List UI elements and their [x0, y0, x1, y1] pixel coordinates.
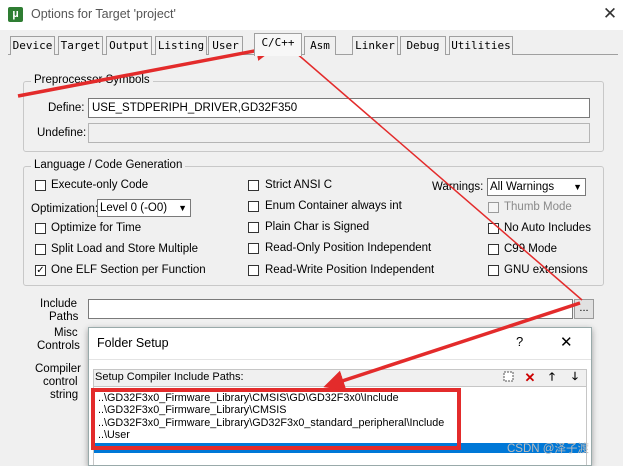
undefine-input[interactable] [88, 123, 590, 143]
dialog-title: Folder Setup [97, 336, 169, 350]
tab-listing[interactable]: Listing [155, 36, 207, 55]
no-auto-includes-label: No Auto Includes [504, 222, 591, 234]
gnu-ext-label: GNU extensions [504, 264, 588, 276]
ropi-label: Read-Only Position Independent [265, 242, 432, 254]
chevron-down-icon: ▼ [573, 182, 582, 192]
tab-asm[interactable]: Asm [304, 36, 336, 55]
execute-only-label: Execute-only Code [51, 179, 149, 191]
close-button[interactable]: ✕ [598, 3, 622, 25]
list-item[interactable]: ..\GD32F3x0_Firmware_Library\GD32F3x0_st… [98, 417, 444, 429]
tab-device[interactable]: Device [10, 36, 55, 55]
compiler-label-2: control [43, 376, 78, 388]
optimize-time-label: Optimize for Time [51, 222, 142, 234]
chevron-down-icon: ▼ [178, 203, 187, 213]
enum-container-checkbox[interactable] [248, 201, 259, 212]
c99-mode-checkbox[interactable] [488, 244, 499, 255]
dialog-close-button[interactable]: ✕ [560, 333, 573, 351]
optimization-select[interactable]: Level 0 (-O0) ▼ [97, 199, 191, 217]
browse-button[interactable]: ... [574, 299, 594, 319]
watermark: CSDN @泽子渡 [507, 443, 589, 455]
list-caption: Setup Compiler Include Paths: [95, 371, 244, 383]
tab-user[interactable]: User [208, 36, 243, 55]
move-down-icon[interactable]: 🡓 [567, 370, 583, 385]
tab-cc[interactable]: C/C++ [254, 33, 302, 56]
include-paths-label-1: Include [40, 298, 78, 310]
tab-utilities[interactable]: Utilities [449, 36, 513, 55]
strict-ansi-checkbox[interactable] [248, 180, 259, 191]
c99-mode-label: C99 Mode [504, 243, 558, 255]
thumb-mode-checkbox[interactable] [488, 202, 499, 213]
tab-target[interactable]: Target [58, 36, 103, 55]
tab-output[interactable]: Output [106, 36, 152, 55]
new-folder-icon[interactable] [501, 370, 517, 385]
optimization-label: Optimization: [31, 203, 99, 215]
misc-label-2: Controls [37, 340, 80, 352]
plain-char-label: Plain Char is Signed [265, 221, 370, 233]
no-auto-includes-checkbox[interactable] [488, 223, 499, 234]
include-paths-label-2: Paths [49, 311, 79, 323]
rwpi-checkbox[interactable] [248, 265, 259, 276]
include-paths-input[interactable] [88, 299, 573, 319]
warnings-select[interactable]: All Warnings ▼ [487, 178, 586, 196]
preprocessor-legend: Preprocessor Symbols [31, 74, 153, 86]
ropi-checkbox[interactable] [248, 243, 259, 254]
compiler-label-3: string [50, 389, 79, 401]
optimize-time-checkbox[interactable] [35, 223, 46, 234]
list-item[interactable]: ..\GD32F3x0_Firmware_Library\CMSIS [98, 404, 286, 416]
rwpi-label: Read-Write Position Independent [265, 264, 435, 276]
warnings-label: Warnings: [432, 181, 484, 193]
gnu-ext-checkbox[interactable] [488, 265, 499, 276]
one-elf-label: One ELF Section per Function [51, 264, 206, 276]
undefine-label: Undefine: [37, 127, 87, 139]
define-label: Define: [48, 102, 85, 114]
tab-debug[interactable]: Debug [400, 36, 446, 55]
enum-container-label: Enum Container always int [265, 200, 402, 212]
list-item[interactable]: ..\User [98, 429, 130, 441]
window-title: Options for Target 'project' [31, 7, 176, 21]
thumb-mode-label: Thumb Mode [504, 201, 572, 213]
tab-linker[interactable]: Linker [352, 36, 398, 55]
plain-char-checkbox[interactable] [248, 222, 259, 233]
define-input[interactable]: USE_STDPERIPH_DRIVER,GD32F350 [88, 98, 590, 118]
misc-label-1: Misc [54, 327, 78, 339]
delete-icon[interactable]: ✕ [522, 370, 538, 385]
list-item[interactable]: ..\GD32F3x0_Firmware_Library\CMSIS\GD\GD… [98, 392, 399, 404]
split-load-checkbox[interactable] [35, 244, 46, 255]
compiler-label-1: Compiler [35, 363, 82, 375]
language-legend: Language / Code Generation [31, 159, 186, 171]
warnings-value: All Warnings [490, 181, 555, 193]
strict-ansi-label: Strict ANSI C [265, 179, 333, 191]
help-button[interactable]: ? [516, 334, 523, 349]
move-up-icon[interactable]: 🡑 [544, 370, 560, 385]
app-icon: µ [8, 7, 23, 22]
split-load-label: Split Load and Store Multiple [51, 243, 199, 255]
execute-only-checkbox[interactable] [35, 180, 46, 191]
optimization-value: Level 0 (-O0) [100, 202, 168, 214]
one-elf-checkbox[interactable]: ✓ [35, 265, 46, 276]
